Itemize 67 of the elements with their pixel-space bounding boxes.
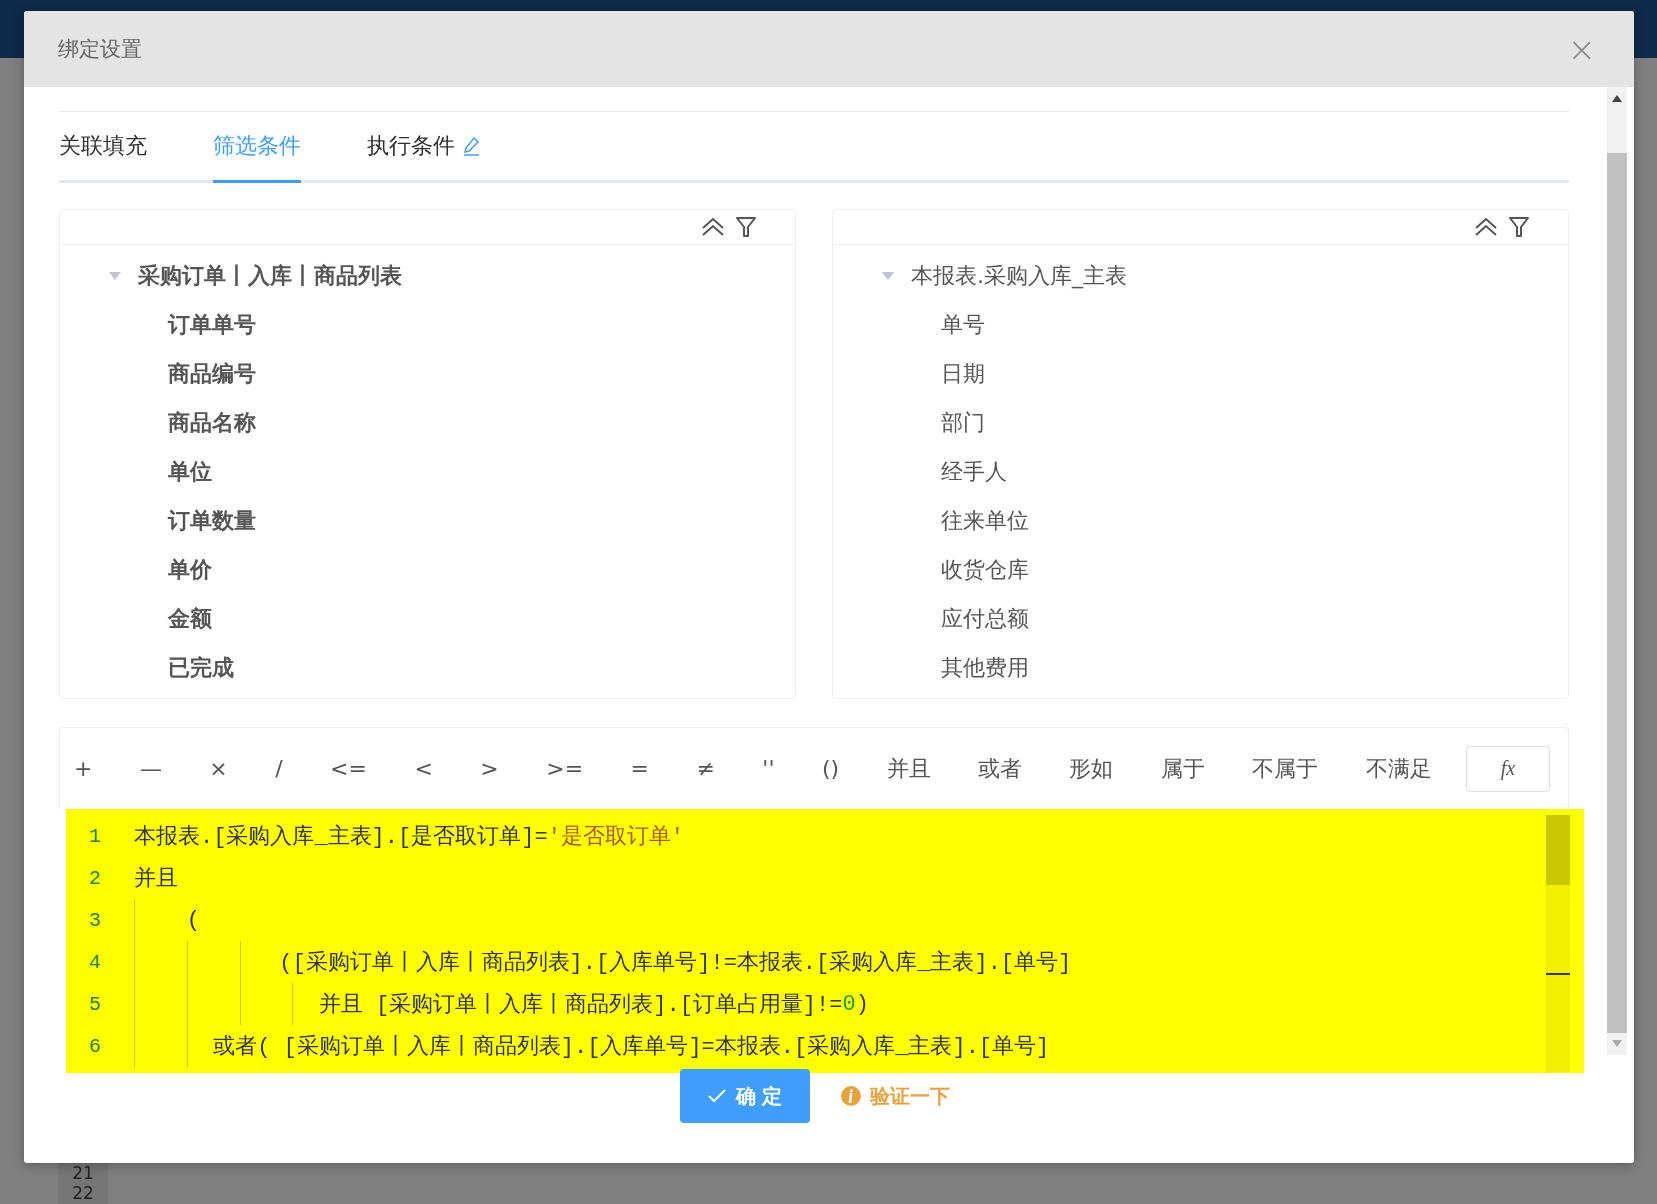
line-number: 2 <box>88 866 102 890</box>
tree-item[interactable]: 单价 <box>168 554 212 585</box>
editor-scrollbar[interactable] <box>1546 815 1570 1073</box>
tree-item[interactable]: 订单单号 <box>168 309 256 340</box>
operator-button[interactable]: < <box>414 756 433 781</box>
operator-button[interactable]: 形如 <box>1069 753 1114 784</box>
expand-arrow-icon[interactable] <box>108 270 122 281</box>
tree-item[interactable]: 商品编号 <box>168 358 256 389</box>
operator-button[interactable]: + <box>74 756 93 781</box>
tab[interactable]: 关联填充 <box>59 112 147 183</box>
operator-button[interactable]: '' <box>762 756 775 781</box>
pencil-icon[interactable] <box>463 136 481 156</box>
tree-item[interactable]: 部门 <box>941 407 985 438</box>
line-number: 3 <box>88 908 102 932</box>
code-line: ([采购订单丨入库丨商品列表].[入库单号]!=本报表.[采购入库_主表].[单号] <box>124 941 1072 983</box>
code-line: 或者( [采购订单丨入库丨商品列表].[入库单号]=本报表.[采购入库_主表].[单号] <box>124 1025 1050 1067</box>
operator-button[interactable]: >= <box>546 756 584 781</box>
tree-item[interactable]: 日期 <box>941 358 985 389</box>
operator-button[interactable]: / <box>275 756 283 781</box>
tree-item[interactable]: 单号 <box>941 309 985 340</box>
code-line: 并且 [采购订单丨入库丨商品列表].[订单占用量]!=0) <box>124 983 869 1025</box>
operator-button[interactable]: ≠ <box>696 756 715 781</box>
line-number: 1 <box>88 824 102 848</box>
tree-item[interactable]: 经手人 <box>941 456 1007 487</box>
scroll-up-icon[interactable] <box>1612 94 1622 102</box>
operator-button[interactable]: — <box>139 756 162 781</box>
code-line: 并且 <box>133 865 178 894</box>
tree-item[interactable]: 收货仓库 <box>941 554 1029 585</box>
expand-arrow-icon[interactable] <box>881 270 895 281</box>
tree-item[interactable]: 订单数量 <box>168 505 256 536</box>
tree-item[interactable]: 往来单位 <box>941 505 1029 536</box>
operator-button[interactable]: > <box>480 756 499 781</box>
tree-item[interactable]: 商品名称 <box>168 407 256 438</box>
scrollbar[interactable] <box>1607 87 1627 1055</box>
tree-node[interactable]: 采购订单丨入库丨商品列表 <box>138 260 402 291</box>
line-number: 5 <box>88 992 102 1016</box>
operator-button[interactable]: 不属于 <box>1252 753 1319 784</box>
info-icon <box>840 1085 862 1107</box>
operator-button[interactable]: <= <box>330 756 367 781</box>
collapse-icon[interactable] <box>701 217 725 237</box>
tree-item[interactable]: 金额 <box>168 603 212 634</box>
tree-node[interactable]: 本报表.采购入库_主表 <box>911 260 1127 291</box>
line-number: 4 <box>88 950 102 974</box>
function-button[interactable]: fx <box>1466 745 1550 792</box>
operator-button[interactable]: () <box>821 756 840 781</box>
check-icon <box>707 1089 726 1103</box>
tree-item[interactable]: 应付总额 <box>941 603 1029 634</box>
operator-button[interactable]: = <box>630 756 649 781</box>
tree-item[interactable]: 已完成 <box>168 652 234 683</box>
filter-icon[interactable] <box>1508 216 1530 238</box>
filter-icon[interactable] <box>735 216 757 238</box>
operator-button[interactable]: 或者 <box>977 753 1022 784</box>
code-editor[interactable]: 1 本报表.[采购入库_主表].[是否取订单]='是否取订单' 2 并且 3 ( 4 ([采购订单丨入库丨商品列表].[入库单号]!=本报表.[采购入库_主表].[单号] 5 并且 [采购订单丨入库丨商品列表].[订单占用量]!=0) 6 或者( [采购订单丨入库丨商品列表].[入库单号]=本报表.[采购入库_主表].[单号] <box>66 809 1584 1073</box>
code-line: 本报表.[采购入库_主表].[是否取订单]='是否取订单' <box>133 823 685 852</box>
collapse-icon[interactable] <box>1474 217 1498 237</box>
line-number: 21 <box>72 1163 94 1183</box>
tree-item[interactable]: 单位 <box>168 456 212 487</box>
tab[interactable]: 执行条件 <box>367 112 481 183</box>
line-number: 22 <box>72 1183 94 1203</box>
operator-button[interactable]: 并且 <box>886 753 931 784</box>
dialog-title: 绑定设置 <box>58 36 142 63</box>
scroll-down-icon[interactable] <box>1612 1040 1622 1048</box>
tree-item[interactable]: 其他费用 <box>941 652 1029 683</box>
operator-button[interactable]: 不满足 <box>1365 753 1432 784</box>
operator-button[interactable]: × <box>209 756 228 781</box>
line-number: 6 <box>88 1034 102 1058</box>
operator-button[interactable]: 属于 <box>1160 753 1205 784</box>
